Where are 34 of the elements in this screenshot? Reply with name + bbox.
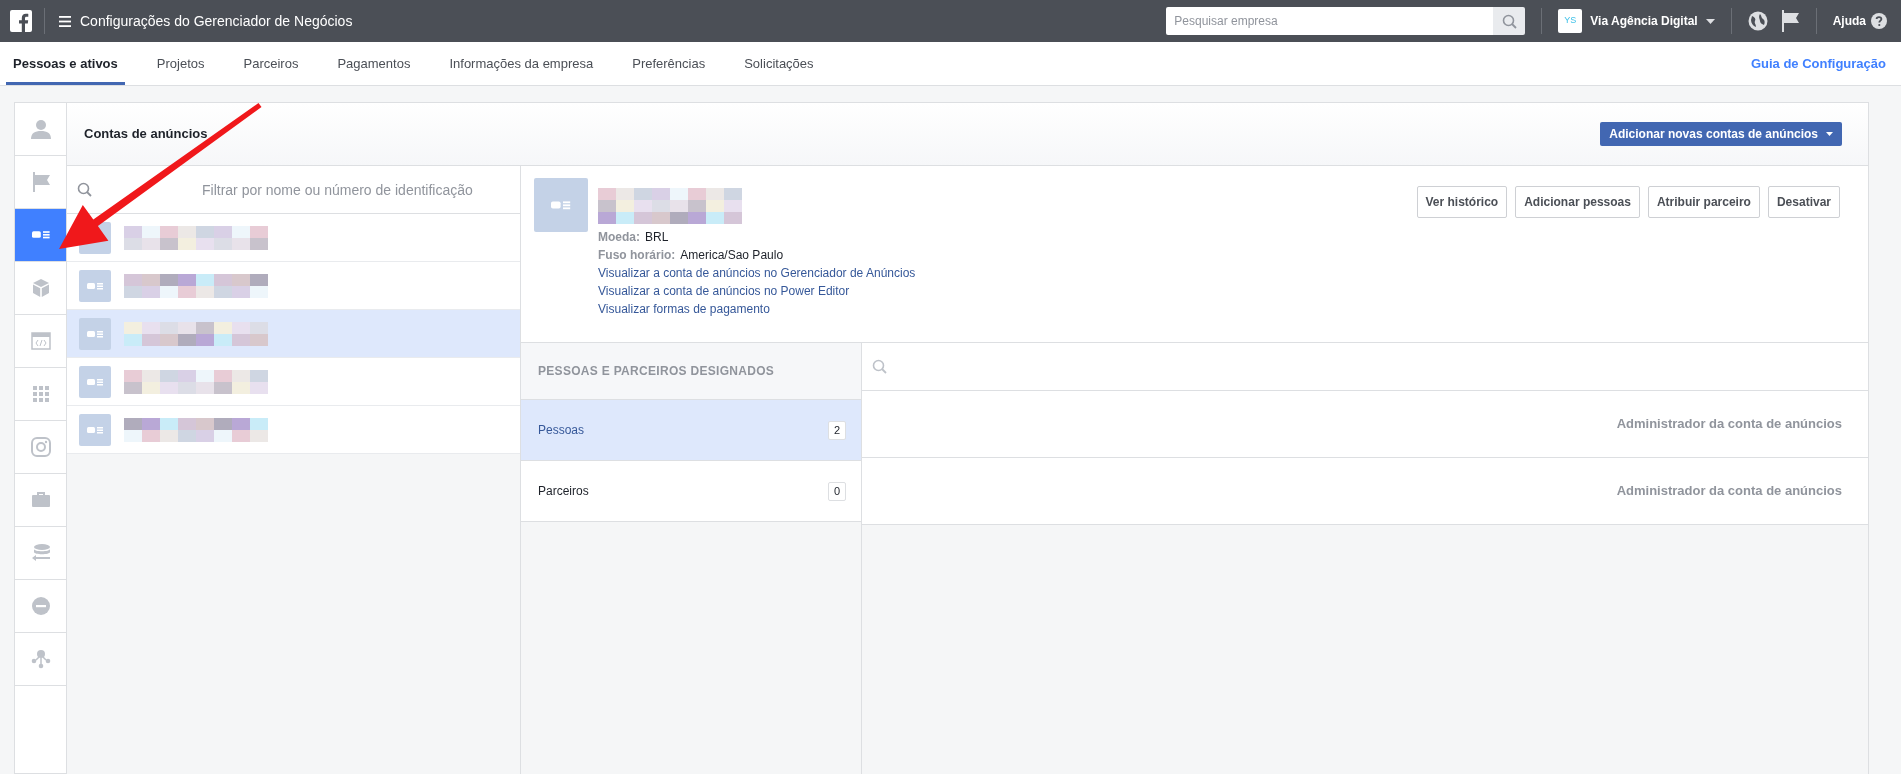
tab[interactable]: Pessoas e ativos [6,42,125,85]
add-accounts-button[interactable]: Adicionar novas contas de anúncios [1600,122,1842,146]
account-avatar: YS [1558,9,1583,33]
field-value: BRL [645,229,669,246]
action-button[interactable]: Adicionar pessoas [1515,186,1640,218]
page-title: Configurações do Gerenciador de Negócios [80,11,353,31]
tab[interactable]: Projetos [149,42,212,85]
help-button[interactable]: Ajuda [1832,12,1887,30]
action-button[interactable]: Ver histórico [1416,186,1508,218]
field-label: Fuso horário: [598,247,676,264]
tab[interactable]: Parceiros [236,42,306,85]
link[interactable]: Visualizar formas de pagamento [598,300,916,318]
tab[interactable]: Preferências [625,42,713,85]
account-switcher[interactable]: YS Via Agência Digital [1558,9,1715,33]
assignment-tab[interactable]: Parceiros 0 [521,461,861,522]
field-value: America/Sao Paulo [680,247,784,264]
count-badge: 2 [828,420,846,440]
setup-guide-link[interactable]: Guia de Configuração [1750,53,1886,74]
link[interactable]: Visualizar a conta de anúncios no Gerenciador de Anúncios [598,264,916,282]
tab[interactable]: Solicitações [737,42,821,85]
section-heading: PESSOAS E PARCEIROS DESIGNADOS [538,363,775,380]
assignment-tab[interactable]: Pessoas 2 [521,400,861,461]
role-text: Administrador da conta de anúncios [1616,482,1842,501]
tab[interactable]: Pagamentos [330,42,418,85]
action-button[interactable]: Atribuir parceiro [1647,186,1760,218]
count-badge: 0 [828,481,846,501]
search-field[interactable]: Pesquisar empresa [1166,7,1494,35]
tab[interactable]: Informações da empresa [442,42,601,85]
action-button[interactable]: Desativar [1767,186,1840,218]
panel-title: Contas de anúncios [84,125,208,144]
filter-field[interactable]: Filtrar por nome ou número de identificação [67,166,520,213]
field-label: Moeda: [598,229,640,246]
link[interactable]: Visualizar a conta de anúncios no Power Editor [598,282,916,300]
role-text: Administrador da conta de anúncios [1616,415,1842,434]
